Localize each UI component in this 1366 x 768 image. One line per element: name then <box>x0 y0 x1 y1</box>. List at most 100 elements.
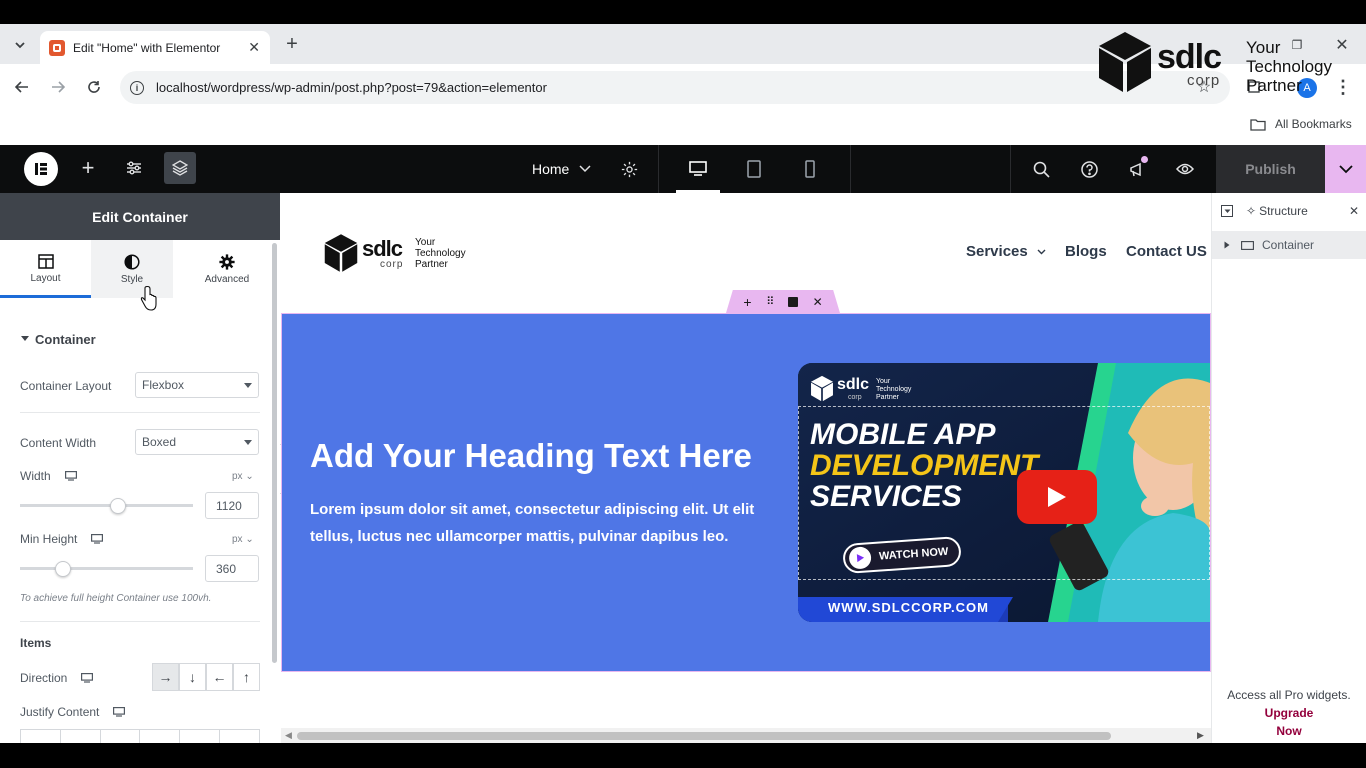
caret-down-icon <box>21 336 29 341</box>
banner-logo: sdlc corp Your Technology Partner <box>810 375 940 403</box>
site-settings-icon[interactable] <box>122 156 146 180</box>
upgrade-link[interactable]: Upgrade Now <box>1265 706 1314 738</box>
width-slider-track[interactable] <box>20 504 193 507</box>
direction-row-reverse-button[interactable]: ← <box>206 663 233 691</box>
search-icon[interactable] <box>1029 157 1053 181</box>
nav-services[interactable]: Services <box>966 243 1046 260</box>
youtube-video-thumbnail[interactable]: sdlc corp Your Technology Partner MOBILE… <box>798 363 1210 622</box>
help-icon[interactable] <box>1077 157 1101 181</box>
scroll-right-icon[interactable]: ▶ <box>1197 730 1204 741</box>
hero-heading[interactable]: Add Your Heading Text Here <box>310 437 752 475</box>
elementor-logo-button[interactable] <box>24 152 58 186</box>
content-width-select[interactable]: Boxed <box>135 429 259 455</box>
page-settings-gear-icon[interactable] <box>617 157 641 181</box>
direction-column-button[interactable]: ↓ <box>179 663 206 691</box>
active-tab-indicator <box>0 295 91 298</box>
mobile-view-icon[interactable] <box>798 157 822 181</box>
page-name-dropdown[interactable]: Home <box>516 158 591 180</box>
browser-menu-icon[interactable]: ⋮ <box>1329 73 1357 101</box>
duplicate-icon[interactable] <box>787 296 798 307</box>
direction-row-button[interactable]: → <box>152 663 179 691</box>
min-height-unit-select[interactable]: px ⌄ <box>232 534 254 545</box>
nav-contact[interactable]: Contact US <box>1126 243 1207 260</box>
responsive-desktop-icon[interactable] <box>81 673 94 683</box>
video-selection-outline <box>798 406 1210 580</box>
direction-column-reverse-button[interactable]: ↑ <box>233 663 260 691</box>
url-bar[interactable]: i localhost/wordpress/wp-admin/post.php?… <box>120 71 1230 104</box>
drag-grid-icon[interactable]: ⠿ <box>766 295 774 308</box>
justify-label-row: Justify Content <box>20 705 126 719</box>
restore-window-icon[interactable]: ❐ <box>1283 31 1311 59</box>
hero-paragraph[interactable]: Lorem ipsum dolor sit amet, consectetur … <box>310 496 754 550</box>
scroll-left-icon[interactable]: ◀ <box>285 730 292 741</box>
reload-icon[interactable] <box>80 73 108 101</box>
preview-eye-icon[interactable] <box>1173 157 1197 181</box>
close-structure-icon[interactable]: ✕ <box>1349 204 1359 218</box>
justify-center-icon[interactable] <box>61 730 101 743</box>
delete-container-icon[interactable]: ✕ <box>813 295 823 309</box>
panel-scrollbar[interactable] <box>272 243 277 663</box>
caret-right-icon[interactable] <box>1224 241 1230 249</box>
url-text: localhost/wordpress/wp-admin/post.php?po… <box>156 80 547 95</box>
justify-space-around-icon[interactable] <box>180 730 221 743</box>
close-tab-icon[interactable]: ✕ <box>248 39 260 56</box>
width-unit-select[interactable]: px ⌄ <box>232 471 254 482</box>
site-logo[interactable]: sdlc corp Your Technology Partner <box>323 233 483 273</box>
structure-layers-icon[interactable] <box>164 152 196 184</box>
forward-icon[interactable] <box>44 73 72 101</box>
width-slider-handle[interactable] <box>110 498 126 514</box>
min-height-slider-handle[interactable] <box>55 561 71 577</box>
add-container-icon[interactable]: + <box>743 294 751 310</box>
topbar-divider <box>658 145 659 193</box>
publish-button[interactable]: Publish <box>1216 145 1325 193</box>
desktop-view-icon[interactable] <box>686 157 710 181</box>
container-handle[interactable]: + ⠿ ✕ <box>726 290 840 313</box>
tab-search-icon[interactable] <box>6 31 34 59</box>
new-tab-icon[interactable]: + <box>278 30 306 58</box>
add-element-icon[interactable]: + <box>76 155 100 180</box>
back-icon[interactable] <box>8 73 36 101</box>
banner-url: WWW.SDLCCORP.COM <box>828 600 989 615</box>
min-height-hint: To achieve full height Container use 100… <box>20 593 212 604</box>
justify-end-icon[interactable] <box>101 730 141 743</box>
justify-start-icon[interactable] <box>21 730 61 743</box>
divider <box>20 412 260 413</box>
tab-advanced[interactable]: Advanced <box>186 240 268 298</box>
site-info-icon[interactable]: i <box>130 80 144 95</box>
justify-content-buttons[interactable] <box>20 729 260 743</box>
structure-panel <box>1211 193 1366 743</box>
browser-tab[interactable]: Edit "Home" with Elementor ✕ <box>40 31 270 64</box>
pro-promo: Access all Pro widgets. Upgrade Now <box>1227 688 1351 738</box>
publish-options-button[interactable] <box>1325 145 1366 193</box>
divider <box>20 621 260 622</box>
canvas-horizontal-scrollbar[interactable]: ◀ ▶ <box>281 728 1211 743</box>
structure-item-container[interactable]: Container <box>1212 231 1366 259</box>
all-bookmarks[interactable]: All Bookmarks <box>1250 115 1352 133</box>
panel-title: Edit Container <box>0 193 280 240</box>
gear-icon <box>219 253 235 270</box>
scroll-thumb[interactable] <box>297 732 1111 740</box>
justify-space-between-icon[interactable] <box>140 730 181 743</box>
nav-blogs[interactable]: Blogs <box>1065 243 1107 260</box>
collapse-structure-icon[interactable] <box>1221 205 1233 217</box>
container-icon <box>1241 240 1254 250</box>
width-input[interactable]: 1120 <box>205 492 259 519</box>
structure-sparkle-icon: ✧ <box>1246 204 1257 218</box>
responsive-desktop-icon[interactable] <box>91 534 104 544</box>
min-height-input[interactable]: 360 <box>205 555 259 582</box>
container-layout-select[interactable]: Flexbox <box>135 372 259 398</box>
tablet-view-icon[interactable] <box>742 157 766 181</box>
section-container-toggle[interactable]: Container <box>20 330 96 348</box>
justify-space-evenly-icon[interactable] <box>220 730 259 743</box>
arrow-left-icon: ← <box>212 669 227 685</box>
tab-style[interactable]: Style <box>91 240 173 298</box>
min-height-slider-track[interactable] <box>20 567 193 570</box>
tab-layout[interactable]: Layout <box>0 240 91 298</box>
sdlc-cube-icon <box>811 375 833 402</box>
arrow-up-icon: ↑ <box>243 669 250 685</box>
whats-new-megaphone-icon[interactable] <box>1125 156 1149 181</box>
close-window-icon[interactable]: ✕ <box>1328 31 1356 59</box>
responsive-desktop-icon[interactable] <box>113 707 126 717</box>
responsive-desktop-icon[interactable] <box>64 471 77 481</box>
hand-cursor-icon <box>140 286 157 311</box>
